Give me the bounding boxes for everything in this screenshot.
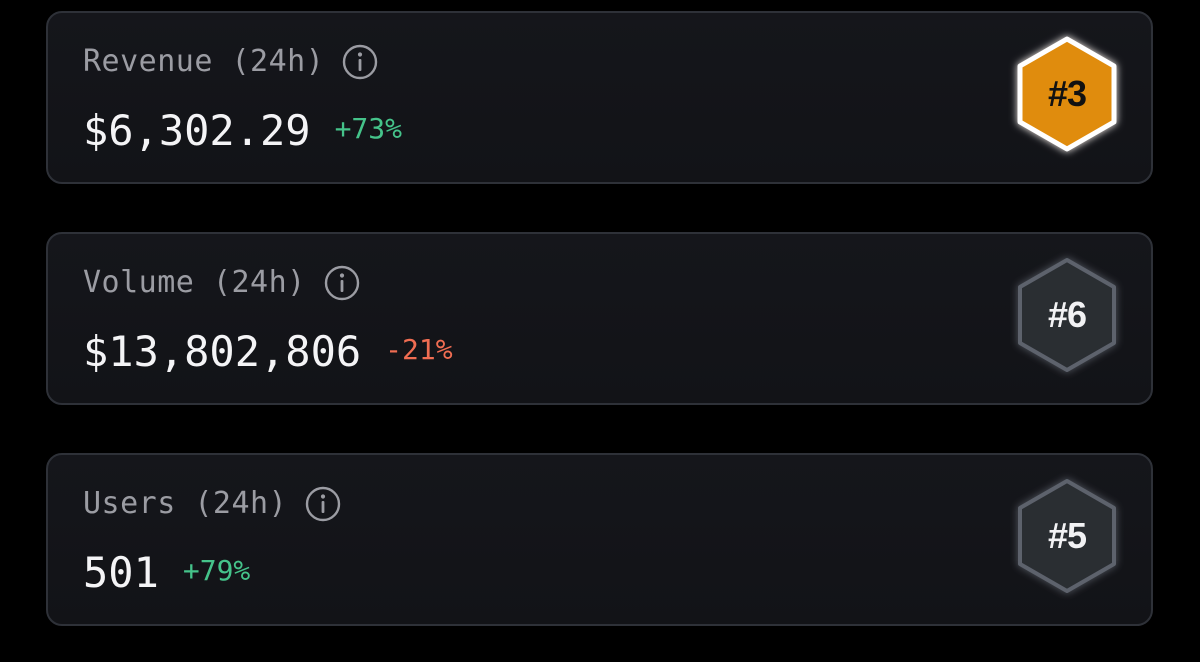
metric-card-volume: Volume (24h) $13,802,806 -21% #6 xyxy=(46,232,1153,405)
metric-label: Users (24h) xyxy=(83,486,288,521)
metric-card-revenue: Revenue (24h) $6,302.29 +73% #3 xyxy=(46,11,1153,184)
metric-change: +73% xyxy=(334,112,403,145)
rank-badge: #6 xyxy=(1017,258,1117,372)
metric-value: $6,302.29 xyxy=(83,106,311,155)
metric-value-row: $6,302.29 +73% xyxy=(83,106,402,156)
rank-number: #3 xyxy=(1047,73,1087,114)
metric-change: +79% xyxy=(182,554,251,587)
metric-value-row: $13,802,806 -21% xyxy=(83,327,453,377)
metric-label-row: Volume (24h) xyxy=(83,263,360,303)
metric-label: Revenue (24h) xyxy=(83,44,325,79)
metric-label: Volume (24h) xyxy=(83,265,306,300)
metric-value: $13,802,806 xyxy=(83,327,362,376)
metric-label-row: Users (24h) xyxy=(83,484,341,524)
info-icon[interactable] xyxy=(305,486,341,522)
rank-badge: #5 xyxy=(1017,479,1117,593)
info-icon[interactable] xyxy=(324,265,360,301)
metric-value-row: 501 +79% xyxy=(83,548,250,598)
metric-label-row: Revenue (24h) xyxy=(83,42,378,82)
metric-card-users: Users (24h) 501 +79% #5 xyxy=(46,453,1153,626)
rank-number: #5 xyxy=(1047,515,1087,556)
rank-number: #6 xyxy=(1047,294,1087,335)
metric-value: 501 xyxy=(83,548,159,597)
rank-badge: #3 xyxy=(1017,36,1117,152)
metric-change: -21% xyxy=(385,333,453,366)
info-icon[interactable] xyxy=(342,44,378,80)
metrics-panel: Revenue (24h) $6,302.29 +73% #3 Volume (… xyxy=(0,0,1200,662)
